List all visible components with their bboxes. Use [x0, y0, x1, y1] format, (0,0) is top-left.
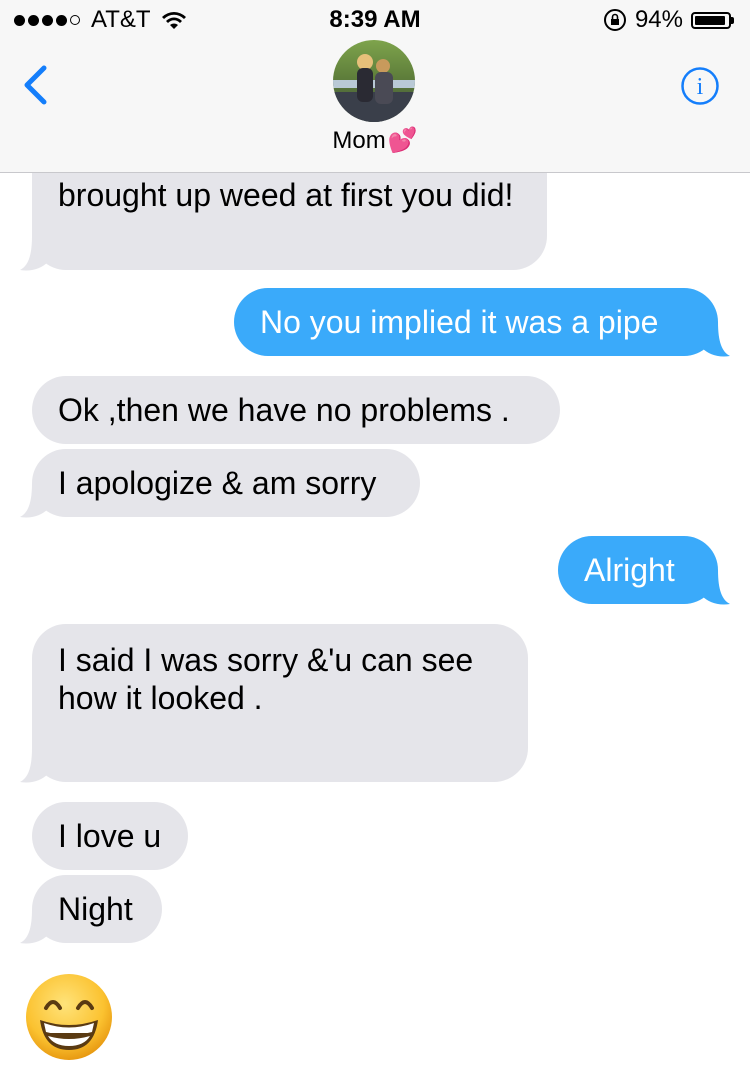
message-text: No you implied it was a pipe [260, 304, 659, 340]
message-text: I love u [58, 818, 162, 854]
status-right: 94% [603, 6, 734, 34]
conversation-header: AT&T 8:39 AM 94% Mom💕 i [0, 0, 750, 173]
info-icon: i [681, 67, 719, 105]
orientation-lock-icon [603, 9, 626, 31]
message-text: Alright [584, 552, 675, 588]
message-text: I apologize & am sorry [58, 465, 377, 501]
message-bubble-incoming[interactable]: I love u [32, 802, 188, 870]
battery-icon [691, 11, 731, 29]
bubble-tail-outgoing [702, 570, 730, 605]
bubble-tail-incoming [20, 748, 48, 783]
back-button[interactable] [18, 60, 58, 110]
battery-level-fill [695, 15, 726, 25]
avatar-photo [333, 54, 415, 122]
svg-text:i: i [697, 74, 704, 100]
message-bubble-incoming[interactable]: I apologize & am sorry [32, 449, 420, 517]
contact-name: Mom [332, 127, 386, 154]
battery-percent: 94% [634, 6, 683, 33]
bubble-tail-incoming [20, 236, 48, 271]
heart-emoji: 💕 [387, 127, 418, 154]
status-bar: AT&T 8:39 AM 94% [0, 0, 750, 40]
signal-strength-icon [14, 14, 83, 26]
bubble-tail-incoming [20, 909, 48, 944]
message-text: I said I was sorry &'u can see how it lo… [58, 642, 483, 716]
bubble-tail-incoming [20, 483, 48, 518]
message-bubble-incoming[interactable]: Night [32, 875, 162, 943]
contact-avatar[interactable] [333, 40, 415, 122]
chevron-left-icon [24, 65, 47, 105]
message-text: Night [58, 891, 133, 927]
message-text: Ok ,then we have no problems . [58, 392, 510, 428]
contact-name-row[interactable]: Mom💕 [0, 126, 750, 155]
bubble-tail-outgoing [702, 322, 730, 357]
message-bubble-incoming[interactable]: I said I was sorry &'u can see how it lo… [32, 624, 528, 782]
wifi-icon [161, 12, 186, 29]
status-left: AT&T [14, 6, 187, 34]
message-bubble-incoming[interactable]: Ok ,then we have no problems . [32, 376, 560, 444]
battery-tip [731, 16, 734, 24]
message-bubble-outgoing[interactable]: Alright [558, 536, 718, 604]
message-text: brought up weed at first you did! [58, 177, 514, 213]
message-bubble-outgoing[interactable]: No you implied it was a pipe [234, 288, 718, 356]
grinning-face-emoji-message[interactable] [24, 972, 114, 1062]
carrier-label: AT&T [91, 6, 151, 33]
info-button[interactable]: i [680, 66, 720, 106]
